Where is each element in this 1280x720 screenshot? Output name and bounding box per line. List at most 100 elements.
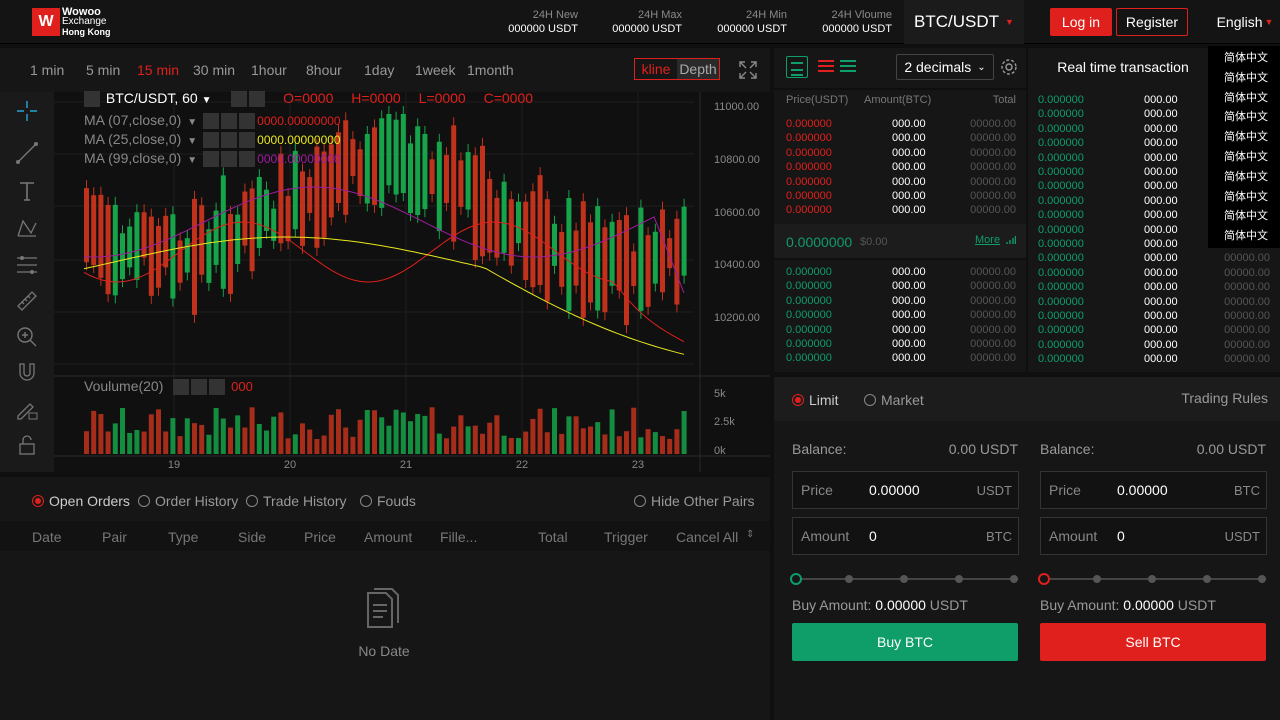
buy-price-input[interactable]: Price 0.00000 USDT [792, 471, 1019, 509]
eye-icon[interactable] [203, 132, 220, 149]
tab-fouds[interactable]: Fouds [360, 493, 416, 509]
timeframe-30min[interactable]: 30 min [193, 62, 235, 78]
slider-step[interactable] [900, 575, 908, 583]
book-row[interactable]: 0.000000 000.00 00000.00 [774, 161, 1026, 175]
hide-other-pairs-toggle[interactable]: Hide Other Pairs [634, 493, 754, 509]
slider-step[interactable] [845, 575, 853, 583]
book-row[interactable]: 0.000000 000.00 00000.00 [774, 204, 1026, 218]
language-option[interactable]: 简体中文 [1208, 227, 1280, 247]
book-row[interactable]: 0.000000 000.00 00000.00 [774, 352, 1026, 366]
close-icon[interactable] [209, 379, 226, 396]
book-row[interactable]: 0.000000 000.00 00000.00 [774, 118, 1026, 132]
ruler-icon[interactable] [14, 288, 40, 314]
text-tool-icon[interactable] [14, 178, 40, 204]
slider-step[interactable] [1203, 575, 1211, 583]
eye-icon[interactable] [203, 151, 220, 168]
language-option[interactable]: 简体中文 [1208, 69, 1280, 89]
close-icon[interactable] [239, 113, 256, 130]
slider-step[interactable] [1258, 575, 1266, 583]
language-option[interactable]: 简体中文 [1208, 49, 1280, 69]
settings-icon[interactable] [221, 151, 238, 168]
more-link[interactable]: More [975, 234, 1000, 246]
language-option[interactable]: 简体中文 [1208, 168, 1280, 188]
timeframe-8hour[interactable]: 8hour [306, 62, 342, 78]
book-row[interactable]: 0.000000 000.00 00000.00 [774, 266, 1026, 280]
tab-depth[interactable]: Depth [677, 59, 719, 79]
book-row[interactable]: 0.000000 000.00 00000.00 [774, 147, 1026, 161]
market-order-toggle[interactable]: Market [864, 392, 924, 408]
sort-icon[interactable]: ⇕ [746, 529, 754, 540]
slider-step[interactable] [1010, 575, 1018, 583]
register-button[interactable]: Register [1116, 8, 1188, 36]
unlock-icon[interactable] [14, 432, 40, 458]
book-row[interactable]: 0.000000 000.00 00000.00 [774, 295, 1026, 309]
tab-order-history[interactable]: Order History [138, 493, 238, 509]
buy-button[interactable]: Buy BTC [792, 623, 1018, 661]
lock-drawing-icon[interactable] [14, 396, 40, 422]
timeframe-1month[interactable]: 1month [467, 62, 514, 78]
book-view-asks-icon[interactable] [818, 60, 834, 72]
sell-percentage-slider[interactable] [1038, 572, 1270, 586]
crosshair-icon[interactable] [14, 98, 40, 124]
tab-kline[interactable]: kline [635, 59, 677, 79]
eye-icon[interactable] [231, 91, 248, 108]
timeframe-1week[interactable]: 1week [415, 62, 455, 78]
limit-order-toggle[interactable]: Limit [792, 392, 839, 408]
eye-icon[interactable] [173, 379, 190, 396]
slider-step[interactable] [955, 575, 963, 583]
slider-step[interactable] [790, 573, 802, 585]
language-option[interactable]: 简体中文 [1208, 128, 1280, 148]
language-option[interactable]: 简体中文 [1208, 148, 1280, 168]
login-button[interactable]: Log in [1050, 8, 1112, 36]
book-view-bids-icon[interactable] [840, 60, 856, 72]
candlestick-chart[interactable]: 11000.00 10800.00 10600.00 10400.00 10200.00… [54, 90, 770, 472]
book-row[interactable]: 0.000000 000.00 00000.00 [774, 309, 1026, 323]
zoom-in-icon[interactable] [14, 324, 40, 350]
slider-step[interactable] [1148, 575, 1156, 583]
book-row[interactable]: 0.000000 000.00 00000.00 [774, 280, 1026, 294]
logo-icon[interactable]: W [32, 8, 60, 36]
caret-down-icon[interactable]: ▼ [187, 117, 197, 128]
book-row[interactable]: 0.000000 000.00 00000.00 [774, 338, 1026, 352]
language-option[interactable]: 简体中文 [1208, 108, 1280, 128]
collapse-icon[interactable] [84, 91, 100, 108]
eye-icon[interactable] [203, 113, 220, 130]
buy-amount-input[interactable]: Amount 0 BTC [792, 517, 1019, 555]
fib-tool-icon[interactable] [14, 252, 40, 278]
language-option[interactable]: 简体中文 [1208, 188, 1280, 208]
gear-icon[interactable] [1000, 58, 1018, 76]
pair-selector[interactable]: BTC/USDT ▼ [904, 0, 1024, 44]
sell-amount-input[interactable]: Amount 0 USDT [1040, 517, 1267, 555]
column-header[interactable]: Cancel All [676, 529, 738, 545]
language-option[interactable]: 简体中文 [1208, 89, 1280, 109]
sell-price-input[interactable]: Price 0.00000 BTC [1040, 471, 1267, 509]
tab-open-orders[interactable]: Open Orders [32, 493, 130, 509]
trading-rules-link[interactable]: Trading Rules [1181, 390, 1268, 406]
slider-step[interactable] [1093, 575, 1101, 583]
timeframe-15min[interactable]: 15 min [137, 62, 179, 78]
fullscreen-icon[interactable] [738, 60, 758, 80]
timeframe-1min[interactable]: 1 min [30, 62, 64, 78]
language-selector[interactable]: English ▼ [1210, 0, 1280, 44]
settings-icon[interactable] [221, 132, 238, 149]
settings-icon[interactable] [191, 379, 208, 396]
caret-down-icon[interactable]: ▼ [187, 155, 197, 166]
trend-line-icon[interactable] [14, 140, 40, 166]
settings-icon[interactable] [221, 113, 238, 130]
magnet-icon[interactable] [14, 360, 40, 386]
pattern-tool-icon[interactable] [14, 216, 40, 242]
tab-trade-history[interactable]: Trade History [246, 493, 347, 509]
buy-percentage-slider[interactable] [790, 572, 1022, 586]
book-row[interactable]: 0.000000 000.00 00000.00 [774, 132, 1026, 146]
sell-button[interactable]: Sell BTC [1040, 623, 1266, 661]
close-icon[interactable] [239, 132, 256, 149]
caret-down-icon[interactable]: ▼ [187, 136, 197, 147]
book-row[interactable]: 0.000000 000.00 00000.00 [774, 324, 1026, 338]
settings-icon[interactable] [249, 91, 266, 108]
book-row[interactable]: 0.000000 000.00 00000.00 [774, 176, 1026, 190]
caret-down-icon[interactable]: ▼ [202, 95, 212, 106]
close-icon[interactable] [239, 151, 256, 168]
timeframe-5min[interactable]: 5 min [86, 62, 120, 78]
decimals-select[interactable]: 2 decimals ⌄ [896, 54, 994, 80]
slider-step[interactable] [1038, 573, 1050, 585]
